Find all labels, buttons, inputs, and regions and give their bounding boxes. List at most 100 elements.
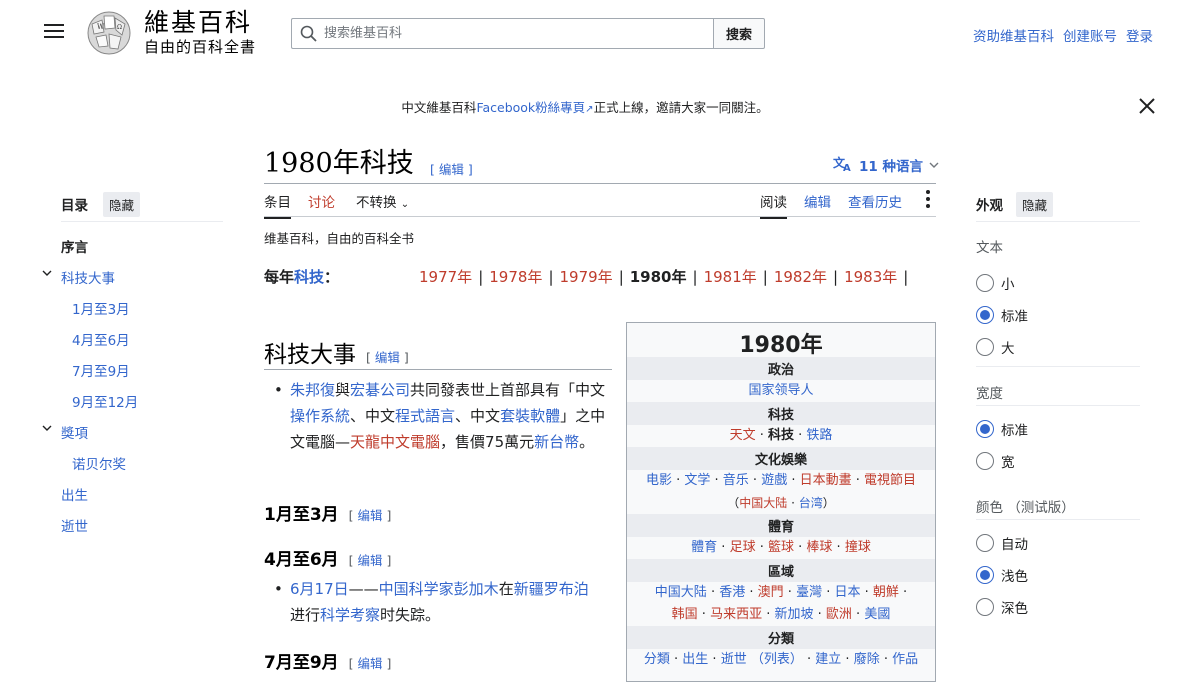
close-notice-button[interactable] (1137, 96, 1157, 116)
infobox-link[interactable]: 澳門 (758, 585, 784, 600)
tab-article[interactable]: 条目 (264, 191, 291, 219)
infobox-link[interactable]: 铁路 (806, 428, 832, 443)
radio-text-small[interactable]: 小 (976, 273, 1015, 293)
year-link[interactable]: 1978年 (489, 268, 542, 286)
os-link[interactable]: 操作系統 (290, 407, 350, 425)
currency-link[interactable]: 新台幣 (534, 433, 579, 451)
toc-item-deaths[interactable]: 逝世 (61, 515, 88, 535)
radio-button-selected[interactable] (976, 306, 994, 324)
title-edit-link[interactable]: [ 编辑 ] (430, 159, 473, 178)
radio-color-light[interactable]: 浅色 (976, 565, 1028, 585)
section-edit-link[interactable]: [ 编辑 ] (366, 350, 409, 365)
china-link[interactable]: 中国 (379, 580, 409, 598)
computer-link[interactable]: 天龍中文電腦 (350, 433, 440, 451)
radio-button[interactable] (976, 274, 994, 292)
more-tools-icon[interactable] (922, 190, 934, 210)
chevron-down-icon[interactable] (42, 265, 52, 276)
section-edit-link[interactable]: [ 编辑 ] (349, 656, 392, 671)
infobox-link[interactable]: 台湾 (799, 496, 823, 510)
main-menu-button[interactable] (44, 24, 64, 40)
language-button[interactable]: 文A 11 种语言 (833, 154, 939, 176)
infobox-link[interactable]: 足球 (730, 540, 756, 555)
radio-width-wide[interactable]: 宽 (976, 451, 1015, 471)
toc-item-events[interactable]: 科技大事 (61, 267, 115, 287)
radio-button[interactable] (976, 534, 994, 552)
infobox-link[interactable]: 籃球 (768, 540, 794, 555)
tab-history[interactable]: 查看历史 (848, 191, 902, 217)
tab-talk[interactable]: 讨论 (308, 191, 335, 217)
infobox-link[interactable]: 遊戲 (761, 473, 787, 488)
radio-color-dark[interactable]: 深色 (976, 597, 1028, 617)
lopnur-link[interactable]: 罗布泊 (544, 580, 589, 598)
radio-button[interactable] (976, 598, 994, 616)
radio-width-standard[interactable]: 标准 (976, 419, 1028, 439)
expedition-link[interactable]: 科学考察 (320, 606, 380, 624)
infobox-link[interactable]: 臺灣 (796, 585, 822, 600)
infobox-link[interactable]: 日本動畫 (800, 473, 852, 488)
infobox-link[interactable]: 新加坡 (774, 607, 813, 622)
infobox-link[interactable]: 美國 (864, 607, 890, 622)
xinjiang-link[interactable]: 新疆 (514, 580, 544, 598)
infobox-link[interactable]: 香港 (719, 585, 745, 600)
variant-dropdown[interactable]: 不转换 ⌄ (356, 191, 409, 217)
infobox-link[interactable]: （列表） (751, 652, 803, 667)
infobox-link[interactable]: 天文 (730, 428, 756, 443)
tab-read[interactable]: 阅读 (760, 191, 787, 219)
infobox-link[interactable]: 歐洲 (826, 607, 852, 622)
radio-button[interactable] (976, 452, 994, 470)
year-link[interactable]: 1982年 (774, 268, 827, 286)
infobox-link[interactable]: 音乐 (723, 473, 749, 488)
year-link[interactable]: 1981年 (704, 268, 757, 286)
tech-link[interactable]: 科技 (294, 268, 324, 286)
search-input[interactable] (324, 19, 704, 48)
person-link[interactable]: 彭加木 (454, 580, 499, 598)
infobox-link[interactable]: 电影 (646, 473, 672, 488)
search-box[interactable] (291, 18, 714, 49)
toc-item-sep-dec[interactable]: 9月至12月 (72, 391, 138, 411)
donate-link[interactable]: 资助维基百科 (973, 25, 1054, 45)
search-button[interactable]: 搜索 (713, 18, 765, 49)
infobox-link[interactable]: 作品 (892, 652, 918, 667)
wikipedia-globe-logo[interactable]: W Ω (84, 10, 134, 56)
toc-hide-button[interactable]: 隐藏 (103, 192, 141, 217)
infobox-link[interactable]: 逝世 (721, 652, 747, 667)
date-link[interactable]: 6月17日 (290, 580, 349, 598)
facebook-link[interactable]: Facebook粉絲專頁 (476, 100, 585, 115)
infobox-link[interactable]: 日本 (834, 585, 860, 600)
infobox-link[interactable]: 马来西亚 (710, 607, 762, 622)
toc-item-nobel[interactable]: 诺贝尔奖 (72, 453, 126, 473)
radio-button-selected[interactable] (976, 566, 994, 584)
login-link[interactable]: 登录 (1126, 25, 1153, 45)
radio-button-selected[interactable] (976, 420, 994, 438)
toc-item-awards[interactable]: 獎項 (61, 422, 88, 442)
radio-text-large[interactable]: 大 (976, 337, 1015, 357)
radio-text-standard[interactable]: 标准 (976, 305, 1028, 325)
infobox-link[interactable]: 中国大陆 (739, 496, 787, 510)
create-account-link[interactable]: 创建账号 (1063, 25, 1117, 45)
company-link[interactable]: 宏碁公司 (350, 381, 410, 399)
year-link[interactable]: 1979年 (560, 268, 613, 286)
infobox-link[interactable]: 韩国 (672, 607, 698, 622)
chevron-down-icon[interactable] (42, 420, 52, 431)
infobox-link[interactable]: 棒球 (806, 540, 832, 555)
software-link[interactable]: 套裝軟體 (500, 407, 560, 425)
scientist-link[interactable]: 科学家 (409, 580, 454, 598)
toc-item-apr-jun[interactable]: 4月至6月 (72, 329, 130, 349)
toc-item-births[interactable]: 出生 (61, 484, 88, 504)
year-link[interactable]: 1983年 (844, 268, 897, 286)
infobox-link[interactable]: 撞球 (845, 540, 871, 555)
infobox-link[interactable]: 中国大陆 (655, 585, 707, 600)
appearance-hide-button[interactable]: 隐藏 (1016, 192, 1054, 217)
person-link[interactable]: 朱邦復 (290, 381, 335, 399)
infobox-link[interactable]: 體育 (691, 540, 717, 555)
radio-color-auto[interactable]: 自动 (976, 533, 1028, 553)
site-logo-title[interactable]: 維基百科 (144, 8, 252, 38)
infobox-link[interactable]: 分類 (644, 652, 670, 667)
year-link[interactable]: 1977年 (419, 268, 472, 286)
infobox-link[interactable]: 朝鮮 (873, 585, 899, 600)
tab-edit[interactable]: 编辑 (804, 191, 831, 217)
infobox-link[interactable]: 文学 (684, 473, 710, 488)
toc-item-jul-sep[interactable]: 7月至9月 (72, 360, 130, 380)
language-link[interactable]: 程式語言 (395, 407, 455, 425)
infobox-link[interactable]: 電視節目 (864, 473, 916, 488)
